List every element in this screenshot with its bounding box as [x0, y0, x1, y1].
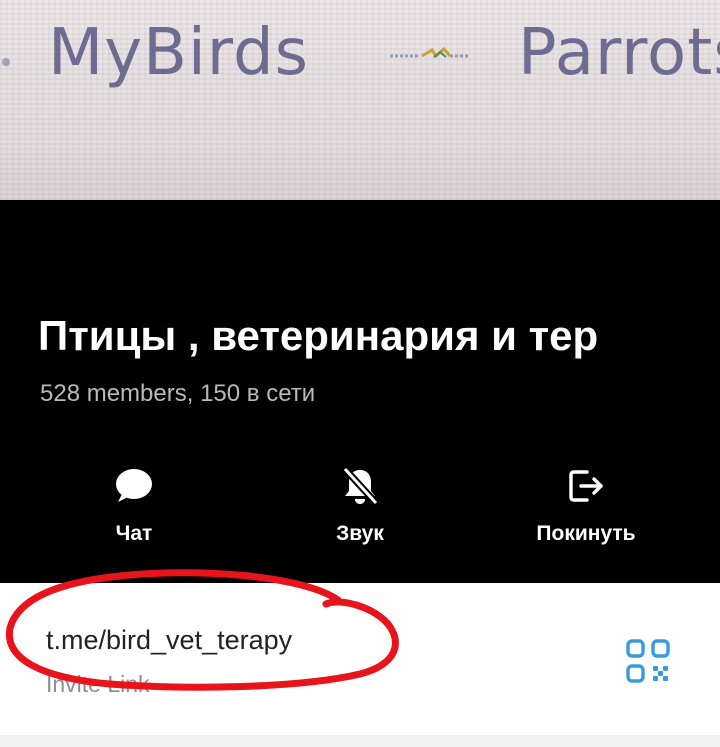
chat-bubble-icon — [116, 469, 152, 502]
group-title: Птицы , ветеринария и тер — [38, 312, 599, 359]
banner-dot — [2, 58, 10, 66]
invite-link-card[interactable]: t.me/bird_vet_terapy Invite Link — [0, 583, 720, 735]
invite-link-caption: Invite Link — [46, 671, 150, 697]
banner-text-right: Parrots — [518, 16, 720, 90]
leave-button[interactable]: Покинуть — [496, 466, 676, 546]
leave-button-label: Покинуть — [536, 522, 636, 545]
sound-button[interactable]: Звук — [270, 466, 450, 546]
leave-icon — [569, 470, 603, 502]
banner-logo-icon — [390, 46, 470, 59]
invite-link[interactable]: t.me/bird_vet_terapy — [46, 625, 292, 656]
qr-code-icon[interactable] — [626, 639, 670, 683]
group-header: Птицы , ветеринария и тер 528 members, 1… — [0, 200, 720, 583]
group-member-count: 528 members, 150 в сети — [40, 380, 316, 407]
chat-button[interactable]: Чат — [44, 466, 224, 546]
sound-button-label: Звук — [336, 522, 384, 545]
banner-text-left: MyBirds — [48, 16, 309, 90]
banner-photo: MyBirds Parrots — [0, 0, 720, 200]
chat-button-label: Чат — [115, 522, 153, 545]
bottom-divider — [0, 735, 720, 747]
bell-muted-icon — [342, 466, 379, 506]
